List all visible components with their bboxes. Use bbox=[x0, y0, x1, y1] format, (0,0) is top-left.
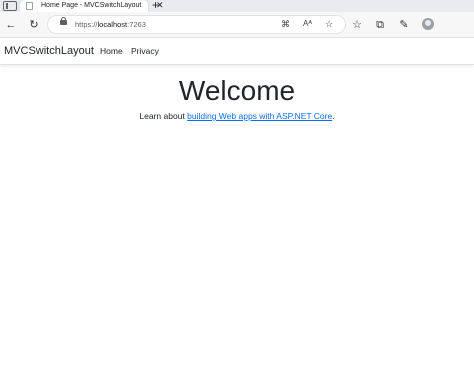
browser-toolbar: ← ↻ https://localhost:7263 ⌘ Aᴬ ☆ ☆ ⧉ ✎ bbox=[0, 12, 474, 38]
favorites-bar-icon[interactable]: ☆ bbox=[350, 18, 364, 32]
url-text[interactable]: https://localhost:7263 bbox=[75, 19, 146, 30]
url-host: localhost bbox=[97, 20, 128, 29]
app-available-icon[interactable]: ⌘ bbox=[281, 18, 290, 30]
new-tab-button[interactable]: + bbox=[152, 0, 159, 11]
favorite-icon[interactable]: ☆ bbox=[325, 18, 333, 30]
lock-icon[interactable] bbox=[60, 17, 67, 25]
tab-home-page[interactable]: Home Page - MVCSwitchLayout ✕ bbox=[20, 0, 164, 12]
learn-prefix: Learn about bbox=[139, 111, 188, 121]
aspnet-docs-link[interactable]: building Web apps with ASP.NET Core bbox=[187, 111, 332, 121]
collections-icon[interactable]: ⧉ bbox=[373, 18, 387, 32]
page-favicon-icon bbox=[26, 2, 33, 10]
read-aloud-icon[interactable]: Aᴬ bbox=[303, 18, 312, 30]
back-icon[interactable]: ← bbox=[4, 18, 18, 32]
tab-title: Home Page - MVCSwitchLayout bbox=[41, 2, 142, 9]
nav-link-home[interactable]: Home bbox=[100, 45, 123, 57]
tab-actions-icon[interactable] bbox=[3, 1, 17, 11]
url-scheme: https:// bbox=[75, 20, 98, 29]
navbar-brand[interactable]: MVCSwitchLayout bbox=[4, 44, 94, 58]
address-bar[interactable]: https://localhost:7263 ⌘ Aᴬ ☆ bbox=[48, 16, 345, 33]
learn-text: Learn about building Web apps with ASP.N… bbox=[0, 110, 474, 122]
page-heading: Welcome bbox=[178, 75, 296, 106]
extensions-icon[interactable]: ✎ bbox=[397, 18, 411, 32]
profile-avatar[interactable] bbox=[422, 18, 434, 30]
tab-strip: Home Page - MVCSwitchLayout ✕ + bbox=[0, 0, 474, 12]
nav-link-privacy[interactable]: Privacy bbox=[131, 45, 159, 57]
url-port: :7263 bbox=[127, 20, 146, 29]
refresh-icon[interactable]: ↻ bbox=[27, 18, 41, 32]
site-navbar: MVCSwitchLayout Home Privacy bbox=[0, 38, 474, 65]
learn-suffix: . bbox=[332, 111, 335, 121]
